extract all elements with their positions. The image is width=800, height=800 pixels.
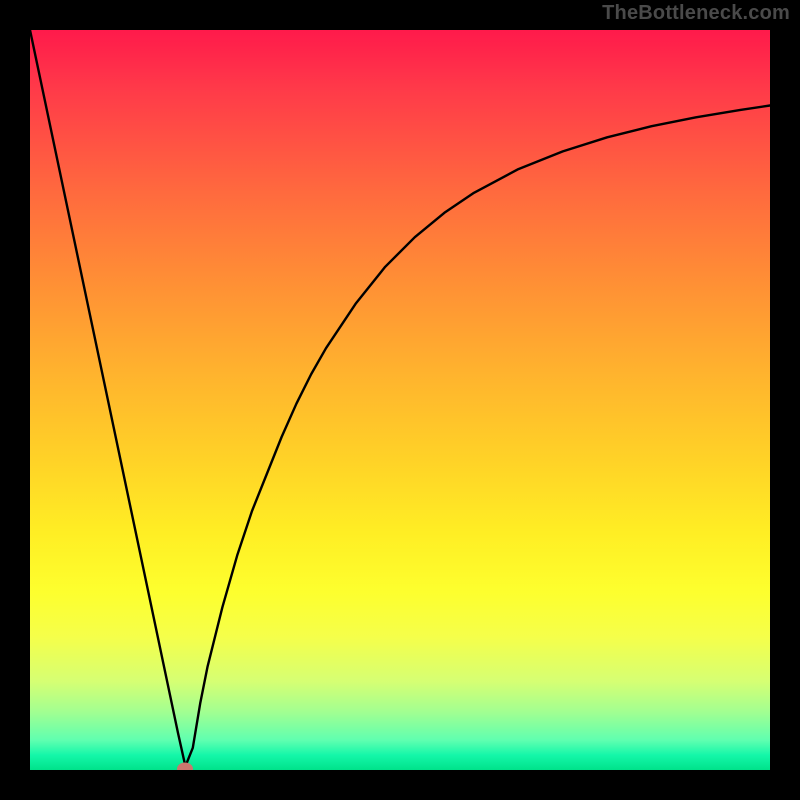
attribution-label: TheBottleneck.com: [602, 2, 790, 25]
curve-svg: [30, 30, 770, 770]
chart-frame: TheBottleneck.com: [0, 0, 800, 800]
optimal-marker: [177, 762, 193, 770]
bottleneck-curve: [30, 30, 770, 766]
plot-area: [30, 30, 770, 770]
